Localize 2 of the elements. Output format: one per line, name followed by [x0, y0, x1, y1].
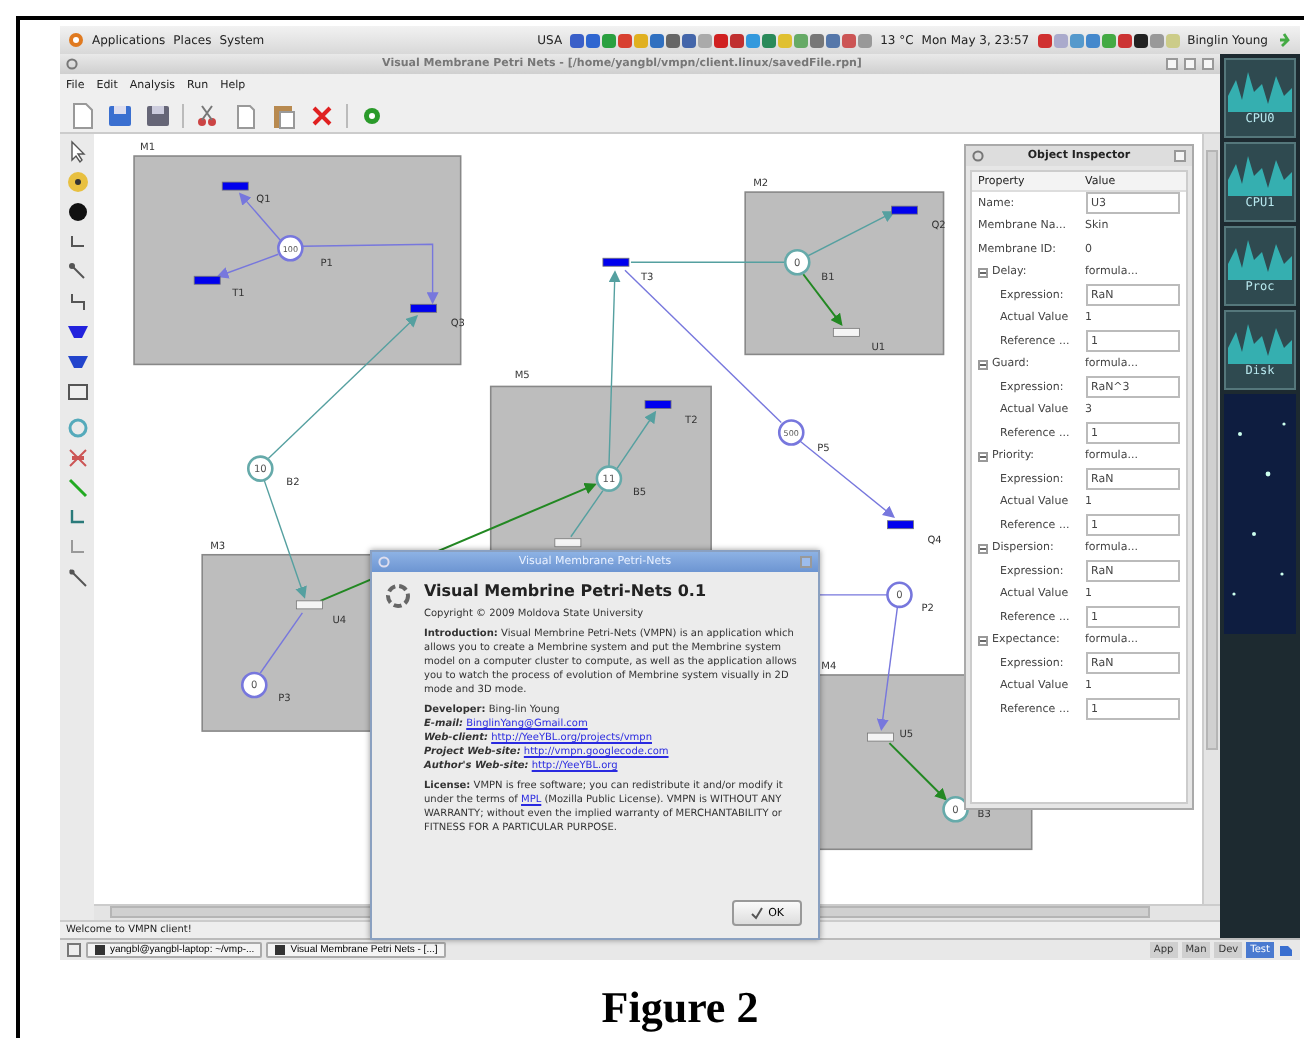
figure-caption: Figure 2	[599, 984, 761, 1032]
about-heading: Visual Membrine Petri-Nets 0.1	[424, 582, 709, 602]
